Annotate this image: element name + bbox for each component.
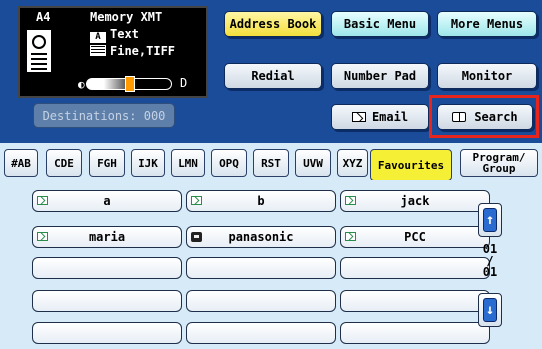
entry-label: jack [400, 194, 430, 208]
tab-opq[interactable]: OPQ [211, 149, 247, 177]
arrow-up-icon: ↑ [483, 208, 497, 232]
empty-entry[interactable] [186, 290, 336, 312]
destinations-button: Destinations: 000 [33, 103, 175, 128]
entry-a[interactable]: a [32, 190, 182, 212]
email-icon [37, 232, 48, 241]
email-button[interactable]: Email [331, 104, 429, 130]
entry-b[interactable]: b [186, 190, 336, 212]
tab-uvw[interactable]: UVW [295, 149, 331, 177]
empty-entry[interactable] [186, 257, 336, 279]
resolution-label: Fine,TIFF [110, 44, 176, 58]
email-icon [351, 112, 366, 122]
paper-size: A4 [36, 10, 51, 24]
text-mode: A Text [90, 27, 139, 43]
email-label: Email [371, 110, 409, 124]
resolution: Fine,TIFF [90, 44, 175, 58]
empty-entry[interactable] [186, 322, 336, 344]
tab-fgh[interactable]: FGH [89, 149, 125, 177]
text-mode-label: Text [110, 27, 139, 41]
contrast-slider-thumb [125, 76, 135, 92]
empty-entry[interactable] [32, 322, 182, 344]
search-highlight [429, 95, 539, 138]
tab-cde[interactable]: CDE [46, 149, 82, 177]
email-icon [37, 196, 48, 205]
email-icon [191, 196, 202, 205]
number-pad-button[interactable]: Number Pad [331, 63, 429, 89]
monitor-button[interactable]: Monitor [437, 63, 537, 89]
scroll-up-button[interactable]: ↑ [478, 203, 502, 237]
empty-entry[interactable] [340, 290, 490, 312]
contrast-slider [86, 76, 172, 92]
document-icon [27, 30, 51, 72]
tab-group-label: Group [482, 162, 516, 175]
resolution-icon [90, 45, 106, 56]
arrow-down-icon: ↓ [483, 298, 497, 322]
basic-menu-button[interactable]: Basic Menu [331, 11, 429, 37]
empty-entry[interactable] [32, 257, 182, 279]
entry-label: PCC [404, 230, 426, 244]
tab-ijk[interactable]: IJK [131, 149, 165, 177]
tab-ab[interactable]: #AB [4, 149, 38, 177]
text-mode-icon: A [90, 32, 106, 43]
entry-maria[interactable]: maria [32, 226, 182, 248]
email-icon [345, 196, 356, 205]
empty-entry[interactable] [340, 322, 490, 344]
tab-xyz[interactable]: XYZ [337, 149, 368, 177]
page-total: 01 [482, 265, 498, 279]
empty-entry[interactable] [32, 290, 182, 312]
entry-label: a [103, 194, 111, 208]
status-panel: A4 Memory XMT A Text Fine,TIFF ◐ D [18, 6, 208, 98]
email-icon [345, 232, 356, 241]
redial-button[interactable]: Redial [224, 63, 322, 89]
fax-icon [191, 232, 202, 242]
tab-lmn[interactable]: LMN [171, 149, 205, 177]
entry-label: maria [88, 230, 126, 244]
entry-label: panasonic [228, 230, 294, 244]
more-menus-button[interactable]: More Menus [437, 11, 537, 37]
contrast-light-icon: D [180, 76, 188, 90]
tab-program-group[interactable]: Program/ Group [460, 149, 538, 177]
tab-favourites[interactable]: Favourites [370, 149, 452, 181]
contrast-dark-icon: ◐ [78, 78, 85, 91]
empty-entry[interactable] [340, 257, 490, 279]
tab-rst[interactable]: RST [253, 149, 289, 177]
entry-label: b [257, 194, 265, 208]
memory-label: Memory XMT [90, 10, 163, 24]
address-book-button[interactable]: Address Book [224, 11, 322, 37]
scroll-down-button[interactable]: ↓ [478, 293, 502, 327]
entry-jack[interactable]: jack [340, 190, 490, 212]
entry-pcc[interactable]: PCC [340, 226, 490, 248]
entry-panasonic[interactable]: panasonic [186, 226, 336, 248]
